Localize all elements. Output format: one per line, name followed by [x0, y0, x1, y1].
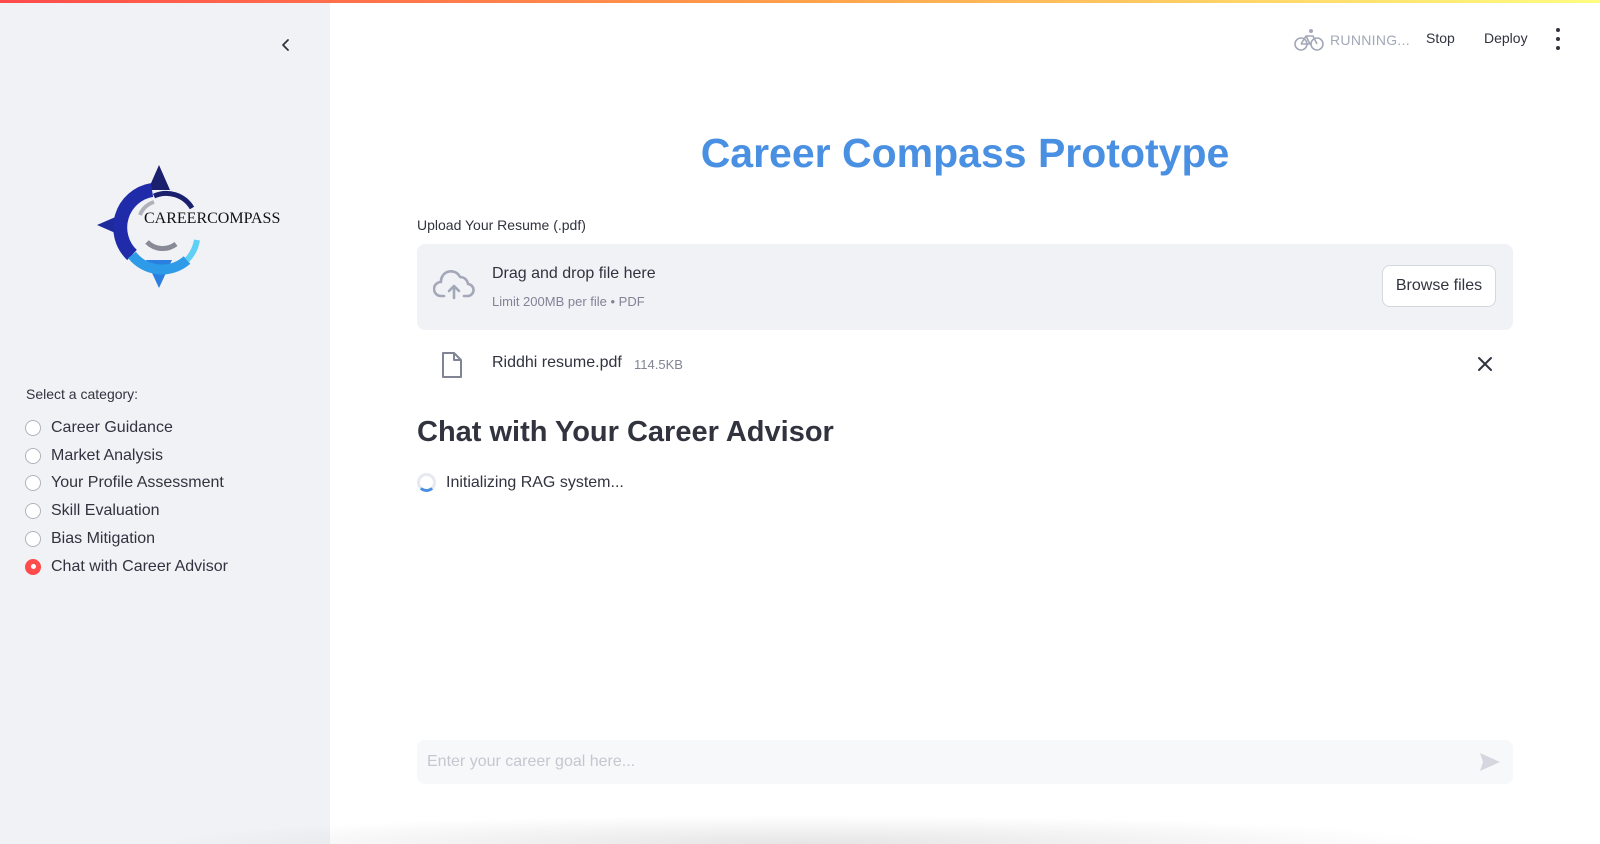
- radio-button[interactable]: [25, 447, 41, 464]
- radio-button[interactable]: [25, 531, 41, 548]
- top-decoration-bar: [0, 0, 1600, 3]
- chat-heading: Chat with Your Career Advisor: [417, 416, 834, 448]
- radio-skill-evaluation[interactable]: Skill Evaluation: [25, 497, 228, 525]
- radio-button[interactable]: [25, 475, 41, 492]
- radio-chat-career-advisor[interactable]: Chat with Career Advisor: [25, 553, 228, 581]
- radio-profile-assessment[interactable]: Your Profile Assessment: [25, 470, 228, 498]
- category-radio-group: Career Guidance Market Analysis Your Pro…: [25, 414, 228, 581]
- radio-label: Bias Mitigation: [51, 530, 156, 548]
- radio-bias-mitigation[interactable]: Bias Mitigation: [25, 525, 228, 553]
- file-size: 114.5KB: [634, 357, 683, 372]
- collapse-sidebar-button[interactable]: [272, 31, 300, 59]
- radio-button-selected[interactable]: [25, 558, 41, 575]
- radio-label: Chat with Career Advisor: [51, 557, 228, 575]
- radio-career-guidance[interactable]: Career Guidance: [25, 414, 228, 442]
- bicycle-icon: [1294, 29, 1324, 51]
- uploaded-file-row: Riddhi resume.pdf 114.5KB: [417, 345, 1513, 383]
- spinner-icon: [417, 473, 436, 492]
- stop-button[interactable]: Stop: [1426, 30, 1455, 46]
- page-title: Career Compass Prototype: [700, 130, 1230, 176]
- file-icon: [442, 352, 462, 378]
- radio-button[interactable]: [25, 419, 41, 436]
- bottom-shadow: [150, 815, 1450, 844]
- dropzone-subtitle: Limit 200MB per file • PDF: [492, 294, 645, 309]
- loading-status: Initializing RAG system...: [417, 473, 624, 492]
- radio-label: Skill Evaluation: [51, 502, 160, 520]
- running-status-text: RUNNING...: [1330, 32, 1410, 48]
- radio-market-analysis[interactable]: Market Analysis: [25, 442, 228, 470]
- radio-button[interactable]: [25, 503, 41, 520]
- category-label: Select a category:: [26, 386, 139, 402]
- logo-text: CAREERCOMPASS: [144, 210, 280, 227]
- remove-file-close-icon[interactable]: [1475, 354, 1495, 374]
- file-name: Riddhi resume.pdf: [492, 354, 622, 371]
- upload-label: Upload Your Resume (.pdf): [417, 217, 586, 233]
- dropzone-title: Drag and drop file here: [492, 265, 656, 282]
- main-menu-button[interactable]: [1550, 28, 1566, 50]
- radio-label: Your Profile Assessment: [51, 474, 224, 492]
- cloud-upload-icon: [433, 270, 475, 300]
- send-icon[interactable]: [1478, 751, 1502, 773]
- deploy-button[interactable]: Deploy: [1484, 30, 1528, 46]
- chat-input[interactable]: [417, 740, 1513, 784]
- running-status: RUNNING...: [1294, 28, 1410, 52]
- kebab-menu-icon: [1556, 28, 1560, 32]
- radio-label: Career Guidance: [51, 418, 173, 436]
- radio-label: Market Analysis: [51, 446, 164, 464]
- browse-files-button[interactable]: Browse files: [1382, 265, 1496, 307]
- file-dropzone[interactable]: Drag and drop file here Limit 200MB per …: [417, 244, 1513, 330]
- kebab-menu-icon: [1556, 37, 1560, 41]
- chevron-left-icon: [282, 39, 289, 51]
- spinner-text: Initializing RAG system...: [446, 473, 624, 491]
- sidebar: CAREERCOMPASS Select a category: Career …: [0, 0, 330, 844]
- kebab-menu-icon: [1556, 46, 1560, 50]
- career-compass-logo: CAREERCOMPASS: [97, 165, 280, 288]
